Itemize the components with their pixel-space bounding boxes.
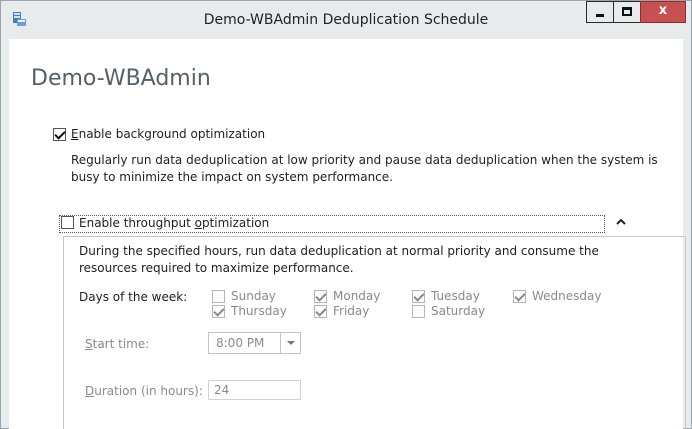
background-optimization-description: Regularly run data deduplication at low … bbox=[71, 152, 658, 186]
accel-key: o bbox=[194, 216, 202, 230]
background-optimization-label[interactable]: Enable background optimization bbox=[71, 127, 265, 141]
accel-key: E bbox=[71, 127, 79, 141]
duration-field-wrapper bbox=[208, 380, 301, 400]
day-checkbox-saturday[interactable] bbox=[412, 305, 425, 318]
description-line: During the specified hours, run data ded… bbox=[79, 244, 599, 258]
throughput-optimization-checkbox[interactable] bbox=[61, 216, 74, 229]
day-label-sunday: Sunday bbox=[231, 289, 276, 303]
day-checkbox-thursday[interactable] bbox=[212, 305, 225, 318]
maximize-icon bbox=[622, 7, 632, 16]
day-checkbox-tuesday[interactable] bbox=[412, 290, 425, 303]
day-label-saturday: Saturday bbox=[431, 304, 486, 318]
dialog-window: Demo-WBAdmin Deduplication Schedule x De… bbox=[0, 0, 692, 429]
label-text: Enable throughput bbox=[79, 216, 195, 230]
day-checkbox-sunday[interactable] bbox=[212, 290, 225, 303]
minimize-button[interactable] bbox=[586, 1, 613, 23]
accel-key: D bbox=[85, 384, 95, 398]
close-button[interactable]: x bbox=[640, 1, 686, 23]
label-text: uration (in hours): bbox=[94, 384, 203, 398]
description-line: Regularly run data deduplication at low … bbox=[71, 153, 658, 167]
duration-label: Duration (in hours): bbox=[85, 384, 203, 398]
page-title: Demo-WBAdmin bbox=[31, 66, 211, 91]
description-line: resources required to maximize performan… bbox=[79, 261, 354, 275]
day-checkbox-monday[interactable] bbox=[314, 290, 327, 303]
dropdown-arrow-icon[interactable] bbox=[280, 333, 300, 353]
start-time-label: Start time: bbox=[85, 337, 149, 351]
day-label-friday: Friday bbox=[333, 304, 370, 318]
title-bar[interactable]: Demo-WBAdmin Deduplication Schedule x bbox=[1, 1, 691, 39]
day-label-monday: Monday bbox=[333, 289, 381, 303]
throughput-optimization-label[interactable]: Enable throughput optimization bbox=[79, 216, 269, 230]
close-icon: x bbox=[658, 3, 668, 18]
label-text: tart time: bbox=[92, 337, 150, 351]
day-label-wednesday: Wednesday bbox=[532, 289, 602, 303]
dialog-content: Demo-WBAdmin Enable background optimizat… bbox=[9, 39, 686, 429]
duration-field[interactable] bbox=[209, 381, 300, 399]
throughput-optimization-description: During the specified hours, run data ded… bbox=[79, 243, 599, 277]
day-label-thursday: Thursday bbox=[231, 304, 287, 318]
minimize-icon bbox=[596, 14, 604, 17]
background-optimization-checkbox[interactable] bbox=[53, 128, 66, 141]
start-time-dropdown[interactable]: 8:00 PM bbox=[208, 332, 301, 354]
description-line: busy to minimize the impact on system pe… bbox=[71, 170, 393, 184]
accel-key: S bbox=[85, 337, 93, 351]
days-of-week-label: Days of the week: bbox=[79, 290, 188, 304]
maximize-button[interactable] bbox=[613, 1, 640, 23]
day-checkbox-friday[interactable] bbox=[314, 305, 327, 318]
day-checkbox-wednesday[interactable] bbox=[513, 290, 526, 303]
label-text: nable background optimization bbox=[78, 127, 266, 141]
start-time-value: 8:00 PM bbox=[216, 336, 265, 350]
label-text: ptimization bbox=[201, 216, 270, 230]
day-label-tuesday: Tuesday bbox=[431, 289, 480, 303]
chevron-up-icon[interactable] bbox=[615, 216, 627, 228]
